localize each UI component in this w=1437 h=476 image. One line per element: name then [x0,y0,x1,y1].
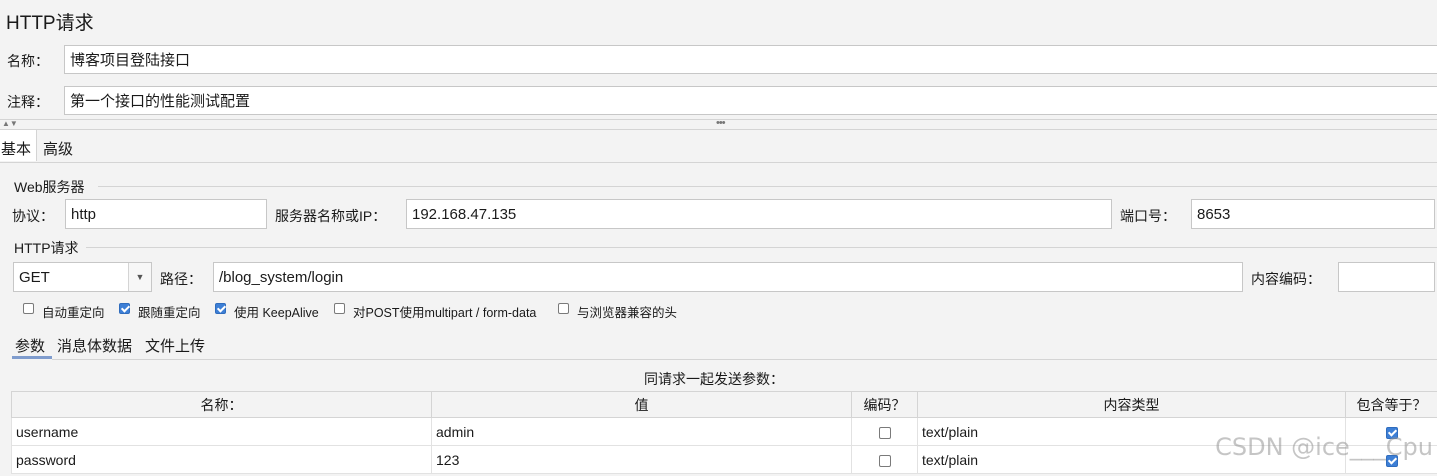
comment-field[interactable]: 第一个接口的性能测试配置 [64,86,1437,115]
tab-body-data[interactable]: 消息体数据 [57,335,132,356]
method-value: GET [19,268,50,286]
server-label: 服务器名称或IP： [275,208,387,224]
browser-headers-label: 与浏览器兼容的头 [577,306,678,320]
protocol-label: 协议： [12,208,54,224]
encode-checkbox[interactable] [878,454,891,467]
column-header-content-type[interactable]: 内容类型 [917,391,1346,418]
tabs-divider [0,162,1437,163]
comment-label: 注释： [7,94,49,110]
tab-params-underline [12,356,52,359]
browser-headers-checkbox[interactable] [558,303,569,314]
param-encode-cell[interactable] [851,417,918,446]
column-header-value[interactable]: 值 [431,391,852,418]
port-label: 端口号： [1120,208,1176,224]
param-value-cell[interactable]: 123 [431,445,852,474]
param-encode-cell[interactable] [851,445,918,474]
name-field[interactable]: 博客项目登陆接口 [64,45,1437,74]
keepalive-label: 使用 KeepAlive [234,306,319,320]
web-server-group-label: Web服务器 [14,179,85,195]
auto-redirect-label: 自动重定向 [42,306,105,320]
multipart-checkbox[interactable] [334,303,345,314]
subtabs-divider [52,359,1437,360]
auto-redirect-checkbox[interactable] [23,303,34,314]
path-input[interactable]: /blog_system/login [213,262,1243,292]
column-header-include-equals[interactable]: 包含等于？ [1345,391,1437,418]
encoding-input[interactable] [1338,262,1435,292]
tab-file-upload[interactable]: 文件上传 [145,335,205,356]
tab-params[interactable]: 参数 [15,335,45,356]
param-name-cell[interactable]: username [11,417,432,446]
follow-redirect-label: 跟随重定向 [138,306,201,320]
web-server-group-line [98,186,1437,187]
protocol-input[interactable]: http [65,199,267,229]
port-input[interactable]: 8653 [1191,199,1435,229]
http-request-group-line [86,247,1437,248]
http-request-group-label: HTTP请求 [14,240,79,256]
column-header-name[interactable]: 名称： [11,391,432,418]
follow-redirect-checkbox[interactable] [119,303,130,314]
tab-basic[interactable]: 基本 [0,130,37,161]
multipart-label: 对POST使用multipart / form-data [353,306,537,320]
chevron-down-icon[interactable]: ▼ [128,263,151,291]
path-label: 路径： [160,271,202,287]
table-header-row: 名称： 值 编码？ 内容类型 包含等于？ [11,391,1437,418]
keepalive-checkbox[interactable] [215,303,226,314]
splitter-line-2 [0,129,1437,130]
param-value-cell[interactable]: admin [431,417,852,446]
tab-advanced[interactable]: 高级 [43,138,73,159]
splitter-handle-icon[interactable]: ••• [716,117,726,129]
encoding-label: 内容编码： [1251,271,1321,287]
column-header-encode[interactable]: 编码？ [851,391,918,418]
page-title: HTTP请求 [6,13,94,34]
watermark: CSDN @ice___Cpu [1215,433,1433,461]
method-select[interactable]: GET ▼ [13,262,152,292]
param-name-cell[interactable]: password [11,445,432,474]
encode-checkbox[interactable] [878,426,891,439]
name-label: 名称： [7,53,49,69]
server-input[interactable]: 192.168.47.135 [406,199,1112,229]
params-caption: 同请求一起发送参数： [644,371,784,387]
collapse-arrows-icon[interactable]: ▲▼ [2,119,18,128]
